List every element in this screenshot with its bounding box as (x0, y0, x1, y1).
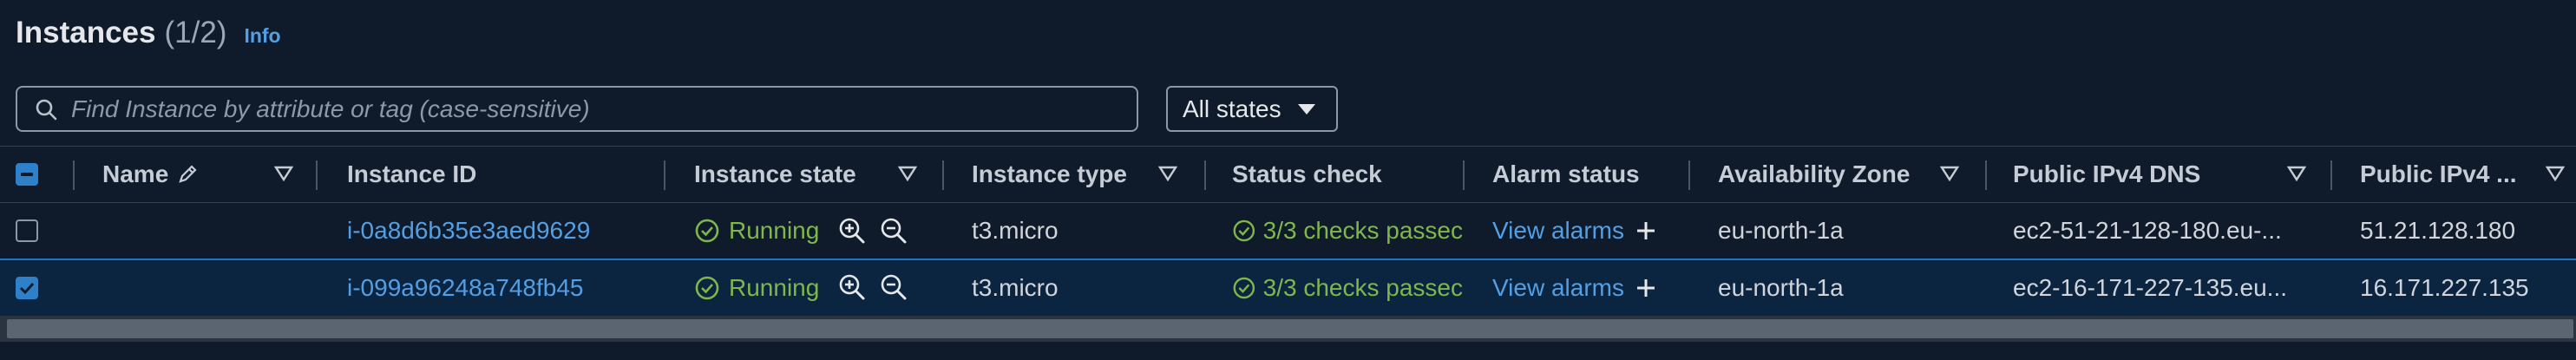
page-title: Instances (16, 16, 156, 49)
column-separator (1204, 160, 1206, 190)
instance-type: t3.micro (972, 217, 1059, 244)
state-label: Running (729, 274, 820, 301)
row-checkbox[interactable] (16, 277, 38, 299)
column-header-name[interactable]: Name (102, 147, 200, 202)
bottom-spacer (0, 342, 2576, 360)
search-icon (36, 99, 57, 120)
instance-state: Running (694, 203, 819, 259)
column-header-availability-zone[interactable]: Availability Zone (1718, 147, 1910, 202)
view-alarms-link[interactable]: View alarms (1492, 217, 1624, 245)
status-check: 3/3 checks passec (1232, 203, 1463, 259)
select-all-checkbox[interactable] (16, 163, 38, 186)
row-select-cell (16, 260, 38, 316)
column-separator (1463, 160, 1465, 190)
state-filter-select[interactable]: All states (1166, 86, 1338, 132)
row-select-cell (16, 203, 38, 259)
column-header-public-dns[interactable]: Public IPv4 DNS (2013, 147, 2200, 202)
column-separator (1688, 160, 1690, 190)
info-link[interactable]: Info (244, 24, 280, 48)
search-input[interactable] (69, 94, 1114, 124)
check-circle-icon (695, 219, 719, 243)
select-all-cell (16, 147, 38, 202)
state-label: Running (729, 217, 820, 244)
status-check: 3/3 checks passec (1232, 260, 1463, 316)
instance-id-link[interactable]: i-0a8d6b35e3aed9629 (347, 203, 590, 259)
status-label: 3/3 checks passec (1262, 217, 1463, 244)
row-checkbox[interactable] (16, 219, 38, 242)
sort-icon[interactable] (274, 166, 293, 181)
zoom-in-icon[interactable] (838, 273, 866, 301)
selection-count: (1/2) (164, 16, 227, 49)
table-header: Name Instance ID Instance state Instance… (0, 146, 2576, 202)
table-row[interactable]: i-099a96248a748fb45 Running t3.micro 3/3… (0, 259, 2576, 317)
public-ip: 51.21.128.180 (2360, 217, 2516, 244)
column-label: Name (102, 160, 169, 187)
column-header-instance-state[interactable]: Instance state (694, 147, 856, 202)
column-separator (942, 160, 944, 190)
availability-zone: eu-north-1a (1718, 274, 1844, 301)
column-separator (664, 160, 665, 190)
check-circle-icon (1233, 219, 1255, 242)
zoom-out-icon[interactable] (880, 217, 908, 245)
scrollbar-thumb[interactable] (7, 319, 2573, 338)
availability-zone: eu-north-1a (1718, 217, 1844, 244)
plus-icon[interactable] (1635, 219, 1657, 242)
alarm-status: View alarms (1492, 203, 1657, 259)
sort-icon[interactable] (2546, 166, 2565, 181)
column-header-alarm-status[interactable]: Alarm status (1492, 147, 1640, 202)
column-separator (1985, 160, 1987, 190)
plus-icon[interactable] (1635, 277, 1657, 299)
zoom-out-icon[interactable] (880, 273, 908, 301)
sort-icon[interactable] (2287, 166, 2306, 181)
column-header-instance-type[interactable]: Instance type (972, 147, 1127, 202)
instances-table: Name Instance ID Instance state Instance… (0, 146, 2576, 317)
check-circle-icon (695, 276, 719, 300)
alarm-status: View alarms (1492, 260, 1657, 316)
caret-down-icon (1297, 103, 1315, 115)
status-label: 3/3 checks passec (1262, 274, 1463, 301)
table-row[interactable]: i-0a8d6b35e3aed9629 Running t3.micro 3/3… (0, 202, 2576, 259)
column-separator (73, 160, 75, 190)
public-ip: 16.171.227.135 (2360, 274, 2529, 301)
sort-icon[interactable] (1158, 166, 1177, 181)
search-box[interactable] (16, 86, 1138, 132)
column-header-instance-id[interactable]: Instance ID (347, 147, 476, 202)
public-dns: ec2-16-171-227-135.eu... (2013, 274, 2287, 301)
view-alarms-link[interactable]: View alarms (1492, 274, 1624, 302)
check-circle-icon (1233, 277, 1255, 299)
horizontal-scrollbar[interactable] (0, 316, 2576, 342)
instance-type: t3.micro (972, 274, 1059, 301)
column-separator (2330, 160, 2332, 190)
column-header-public-ip[interactable]: Public IPv4 ... (2360, 147, 2533, 202)
indeterminate-icon (21, 173, 33, 176)
page-header: Instances (1/2) Info (16, 16, 281, 59)
column-header-status-check[interactable]: Status check (1232, 147, 1382, 202)
edit-icon (179, 165, 197, 183)
instance-state: Running (694, 260, 819, 316)
state-filter-value: All states (1183, 95, 1281, 122)
zoom-in-icon[interactable] (838, 217, 866, 245)
public-dns: ec2-51-21-128-180.eu-... (2013, 217, 2282, 244)
column-separator (316, 160, 318, 190)
checkmark-icon (19, 282, 35, 295)
instance-id-link[interactable]: i-099a96248a748fb45 (347, 260, 583, 316)
sort-icon[interactable] (1940, 166, 1959, 181)
sort-icon[interactable] (898, 166, 917, 181)
